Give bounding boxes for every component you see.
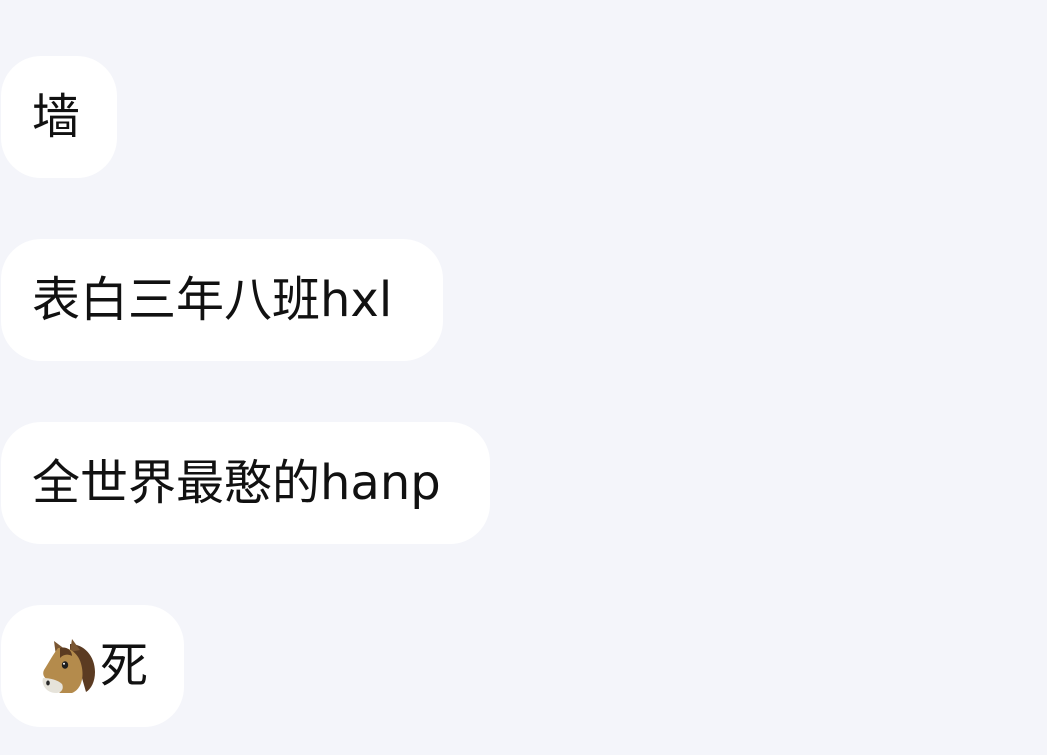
message-bubble[interactable]: 全世界最憨的hanp [1, 422, 490, 544]
message-text: 墙 [32, 89, 81, 145]
message-bubble[interactable]: 墙 [1, 56, 117, 178]
message-text: 表白三年八班hxl [32, 272, 393, 328]
message-text: 死 [100, 638, 149, 694]
message-bubble[interactable]: 死 [1, 605, 184, 727]
message-bubble[interactable]: 表白三年八班hxl [1, 239, 443, 361]
message-text: 全世界最憨的hanp [32, 455, 441, 511]
chat-message-list: 墙 表白三年八班hxl 全世界最憨的hanp 死 [0, 0, 1047, 755]
horse-face-icon [40, 638, 98, 694]
